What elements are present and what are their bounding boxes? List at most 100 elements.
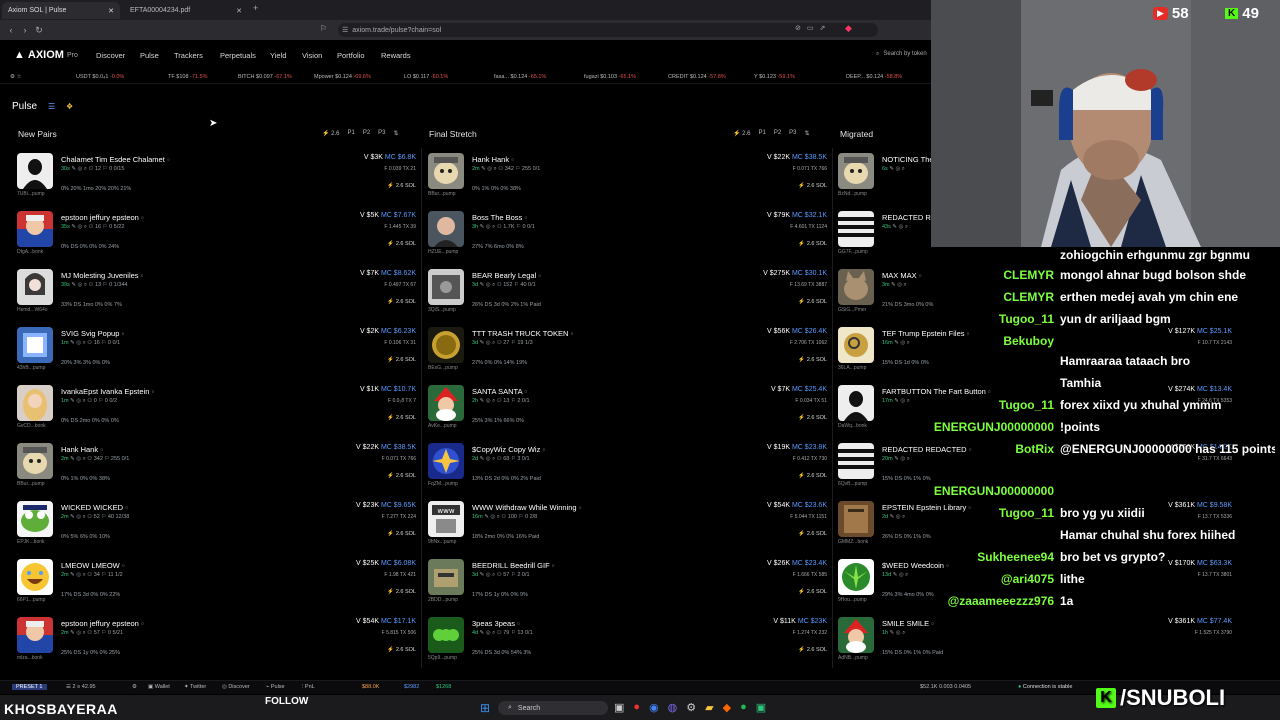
- social-icons[interactable]: ✎ ◎ ⌕: [894, 456, 910, 462]
- token-address[interactable]: DaWq...bonk: [838, 423, 867, 429]
- copy-icon[interactable]: ▫: [524, 387, 527, 396]
- close-icon[interactable]: ✕: [236, 7, 242, 15]
- copy-icon[interactable]: ▫: [121, 329, 124, 338]
- preset-p2[interactable]: P2: [363, 130, 370, 137]
- close-icon[interactable]: ✕: [108, 7, 114, 15]
- social-icons[interactable]: ✎ ◎ ⌕: [894, 340, 910, 346]
- filter-icon[interactable]: ⇅: [394, 130, 399, 137]
- social-icons[interactable]: ✎ ◎ ⌕: [893, 572, 909, 578]
- token-card[interactable]: EPJK...bonk WICKED WICKED ▫ 2m ✎ ◎ ⌕ ⚇ 52 …: [17, 501, 422, 559]
- token-name[interactable]: Hank Hank ▫: [472, 155, 514, 164]
- token-name[interactable]: TTT TRASH TRUCK TOKEN ▫: [472, 329, 573, 338]
- social-icons[interactable]: ✎ ◎ ⌕: [889, 166, 905, 172]
- token-name[interactable]: WWW Withdraw While Winning ▫: [472, 503, 581, 512]
- token-address[interactable]: GvCD...bonk: [17, 423, 46, 429]
- social-icons[interactable]: ✎ ◎ ⌕: [890, 514, 906, 520]
- copy-icon[interactable]: ▫: [167, 155, 170, 164]
- token-search[interactable]: ⌕ Search by token: [876, 51, 927, 58]
- nav-yield[interactable]: Yield: [270, 51, 286, 60]
- token-card[interactable]: BEsG...pump TTT TRASH TRUCK TOKEN ▫ 3d ✎ ◎…: [428, 327, 833, 385]
- token-address[interactable]: 66P1...pump: [17, 597, 45, 603]
- token-name[interactable]: SVIG Svig Popup ▫: [61, 329, 124, 338]
- nav-pulse[interactable]: Pulse: [140, 51, 159, 60]
- token-image[interactable]: [428, 269, 464, 305]
- social-icons[interactable]: ✎ ◎ ⌕: [70, 630, 86, 636]
- token-name[interactable]: 3peas 3peas ▫: [472, 619, 520, 628]
- copy-icon[interactable]: ▫: [141, 619, 144, 628]
- settings-icon[interactable]: ⚙: [132, 684, 137, 690]
- token-card[interactable]: 7UBi...pump Chalamet Tim Esdee Chalamet ▫…: [17, 153, 422, 211]
- token-image[interactable]: [17, 617, 53, 653]
- social-icons[interactable]: ✎ ◎ ⌕: [484, 514, 500, 520]
- social-icons[interactable]: ✎ ◎ ⌕: [890, 630, 906, 636]
- token-image[interactable]: [838, 153, 874, 189]
- quick-buy-button[interactable]: ⚡ 2.6 SOL: [798, 415, 827, 421]
- token-name[interactable]: Chalamet Tim Esdee Chalamet ▫: [61, 155, 170, 164]
- site-info-icon[interactable]: ☰: [342, 26, 348, 34]
- ticker-item[interactable]: fugazi $0.103 -65.1%: [584, 74, 636, 80]
- quick-buy-button[interactable]: ⚡ 2.6 SOL: [798, 589, 827, 595]
- token-name[interactable]: $CopyWiz Copy Wiz ▫: [472, 445, 545, 454]
- spotify-icon[interactable]: ●: [740, 701, 747, 714]
- social-icons[interactable]: ✎ ◎ ⌕: [71, 224, 87, 230]
- token-card[interactable]: GvCD...bonk IvankaEpst Ivanka Epstein ▫ 1m…: [17, 385, 422, 443]
- copy-icon[interactable]: ▫: [524, 213, 527, 222]
- nav-rewards[interactable]: Rewards: [381, 51, 411, 60]
- social-icons[interactable]: ✎ ◎ ⌕: [70, 340, 86, 346]
- ticker-item[interactable]: TF $108 -71.5%: [168, 74, 207, 80]
- token-name[interactable]: epstoon jeffury epsteon ▫: [61, 619, 144, 628]
- token-name[interactable]: SMILE SMILE ▫: [882, 619, 934, 628]
- quick-buy-amount[interactable]: ⚡ 2.6: [322, 130, 339, 137]
- token-image[interactable]: [17, 559, 53, 595]
- discover-button[interactable]: ◎ Discover: [222, 684, 250, 690]
- token-address[interactable]: GG7F...pump: [838, 249, 868, 255]
- pulse-button[interactable]: ⌁ Pulse: [266, 684, 285, 690]
- token-image[interactable]: [428, 153, 464, 189]
- social-icons[interactable]: ✎ ◎ ⌕: [70, 514, 86, 520]
- token-name[interactable]: Boss The Boss ▫: [472, 213, 527, 222]
- token-address[interactable]: GMMZ...bonk: [838, 539, 868, 545]
- token-image[interactable]: [428, 327, 464, 363]
- token-image[interactable]: [838, 211, 874, 247]
- ticker-item[interactable]: BITCH $0.097 -67.1%: [238, 74, 292, 80]
- token-image[interactable]: [17, 385, 53, 421]
- app-icon[interactable]: ▣: [756, 701, 766, 714]
- twitter-button[interactable]: ✦ Twitter: [184, 684, 206, 690]
- token-address[interactable]: 3QiS...pump: [428, 307, 456, 313]
- token-name[interactable]: BEAR Bearly Legal ▫: [472, 271, 541, 280]
- quick-buy-button[interactable]: ⚡ 2.6 SOL: [387, 589, 416, 595]
- social-icons[interactable]: ✎ ◎ ⌕: [480, 282, 496, 288]
- ticker-item[interactable]: DEEP... $0.124 -58.8%: [846, 74, 902, 80]
- preset-p2[interactable]: P2: [774, 130, 781, 137]
- preset-button[interactable]: PRESET 1: [12, 684, 47, 690]
- token-image[interactable]: [838, 327, 874, 363]
- taskbar-search[interactable]: ⌕ Search: [498, 701, 608, 715]
- token-name[interactable]: NOTICING The ▫: [882, 155, 938, 164]
- reload-icon[interactable]: ↻: [32, 25, 46, 36]
- token-image[interactable]: [838, 443, 874, 479]
- quick-buy-button[interactable]: ⚡ 2.6 SOL: [387, 357, 416, 363]
- windows-start-icon[interactable]: ⊞: [480, 701, 490, 715]
- token-address[interactable]: 2BDD...pump: [428, 597, 458, 603]
- token-card[interactable]: FqZM...pump $CopyWiz Copy Wiz ▫ 2d ✎ ◎ ⌕ ⚇…: [428, 443, 833, 501]
- token-address[interactable]: HZUE...pump: [428, 249, 458, 255]
- list-view-icon[interactable]: ☰: [48, 102, 55, 111]
- copy-icon[interactable]: ▫: [552, 561, 555, 570]
- token-image[interactable]: [838, 559, 874, 595]
- copy-icon[interactable]: ▫: [579, 503, 582, 512]
- quick-buy-button[interactable]: ⚡ 2.6 SOL: [387, 531, 416, 537]
- token-address[interactable]: AvKe...pump: [428, 423, 457, 429]
- copy-icon[interactable]: ▫: [125, 503, 128, 512]
- social-icons[interactable]: ✎ ◎ ⌕: [480, 572, 496, 578]
- copy-icon[interactable]: ▫: [141, 213, 144, 222]
- ticker-item[interactable]: fasa... $0.124 -65.1%: [494, 74, 546, 80]
- new-tab-icon[interactable]: +: [253, 3, 258, 13]
- ticker-item[interactable]: LO $0.117 -60.1%: [404, 74, 448, 80]
- token-name[interactable]: MJ Molesting Juveniles ▫: [61, 271, 143, 280]
- social-icons[interactable]: ✎ ◎ ⌕: [480, 224, 496, 230]
- token-address[interactable]: DtgA...bonk: [17, 249, 43, 255]
- token-address[interactable]: EPJK...bonk: [17, 539, 45, 545]
- nav-discover[interactable]: Discover: [96, 51, 125, 60]
- ticker-item[interactable]: Mpower $0.124 -69.6%: [314, 74, 371, 80]
- token-image[interactable]: [428, 559, 464, 595]
